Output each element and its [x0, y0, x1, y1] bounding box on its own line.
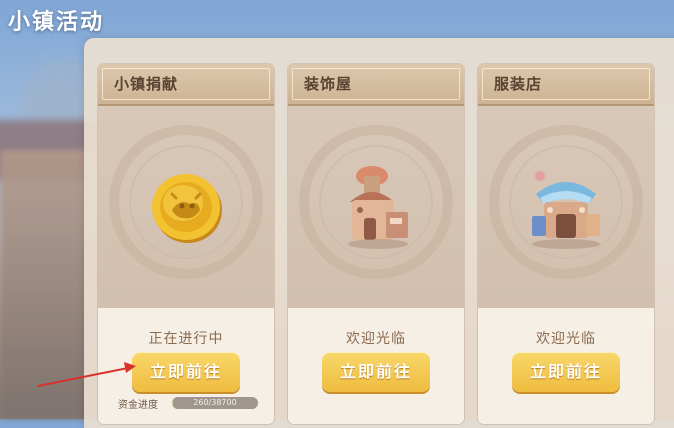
funding-progress-bar: 260/38700	[172, 397, 258, 409]
page-title: 小镇活动	[8, 10, 105, 35]
card-town-donation[interactable]: 小镇捐献 正在进行中 立即前往	[98, 64, 274, 424]
card-status: 欢迎光临	[536, 331, 596, 347]
go-now-button[interactable]: 立即前往	[512, 352, 620, 392]
card-decoration-house[interactable]: 装饰屋 欢迎光临 立即前往	[288, 64, 464, 424]
card-title: 装饰屋	[304, 75, 353, 93]
card-art	[288, 106, 464, 308]
card-header: 服装店	[478, 64, 654, 106]
decoration-house-icon	[348, 166, 408, 249]
card-art	[478, 106, 654, 308]
gold-coin-icon	[152, 174, 222, 243]
card-title: 服装店	[494, 75, 543, 93]
go-now-button[interactable]: 立即前往	[132, 352, 240, 392]
go-now-button[interactable]: 立即前往	[322, 352, 430, 392]
card-header: 装饰屋	[288, 64, 464, 106]
clothing-shop-icon	[532, 171, 600, 249]
card-art	[98, 106, 274, 308]
card-title: 小镇捐献	[114, 75, 179, 93]
funding-progress-text: 260/38700	[193, 398, 237, 407]
card-clothing-shop[interactable]: 服装店 欢迎光临 立即前往	[478, 64, 654, 424]
card-header: 小镇捐献	[98, 64, 274, 106]
card-bottom: 欢迎光临 立即前往	[478, 308, 654, 424]
card-status: 正在进行中	[148, 331, 224, 347]
funding-label: 资金进度	[118, 400, 158, 411]
card-bottom: 欢迎光临 立即前往	[288, 308, 464, 424]
card-status: 欢迎光临	[346, 331, 406, 347]
